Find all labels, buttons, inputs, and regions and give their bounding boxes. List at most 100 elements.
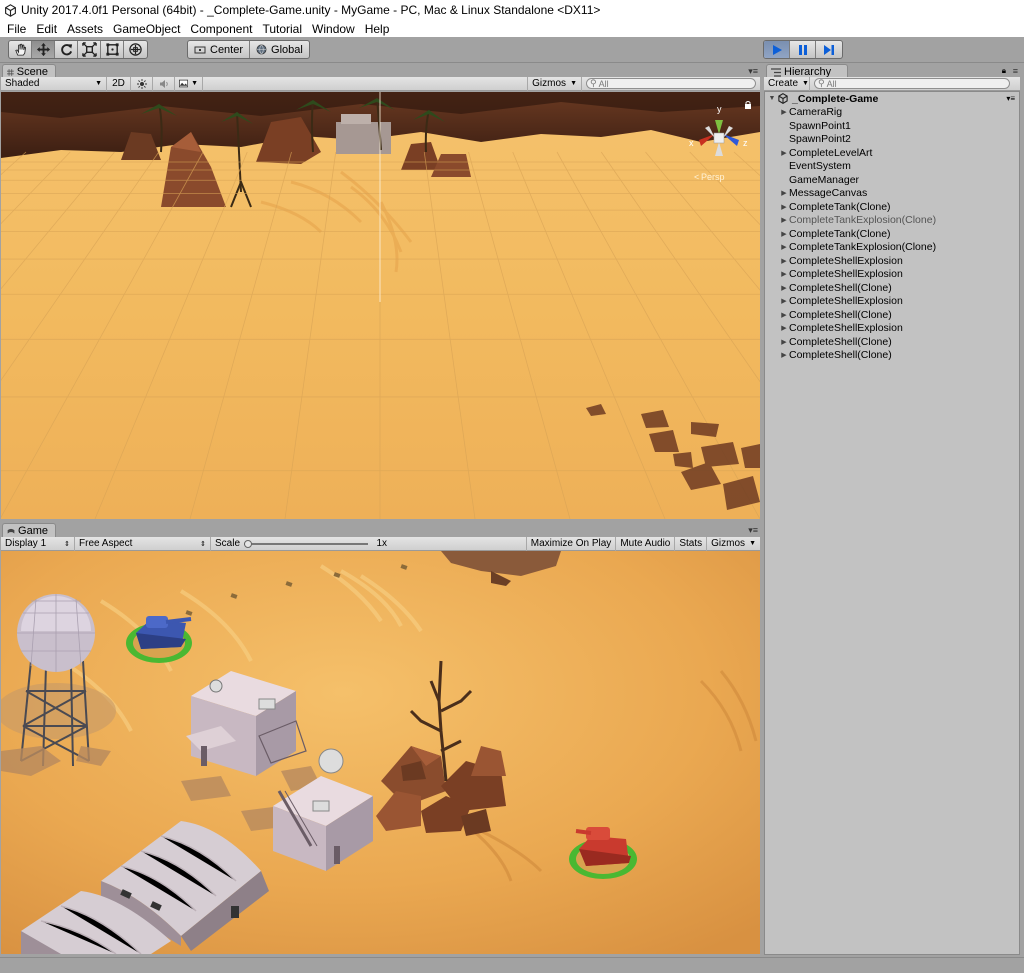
rect-tool-icon [105,43,119,56]
scene-menu-icon[interactable]: ▾≡ [1006,94,1015,103]
hierarchy-item[interactable]: EventSystem [779,160,1019,174]
scene-root-row[interactable]: ▼ _Complete-Game ▾≡ [765,92,1019,106]
transform-tool-button[interactable] [124,41,147,58]
rotate-tool-icon [60,44,72,56]
mode-2d-toggle[interactable]: 2D [107,76,131,91]
scene-search-input[interactable]: ⚲ All [586,78,756,89]
panel-menu-icon[interactable]: ▾≡ [748,66,758,77]
hierarchy-item[interactable]: SpawnPoint2 [779,133,1019,147]
aspect-dropdown[interactable]: Free Aspect ⇕ [75,536,211,551]
foldout-collapsed-icon[interactable]: ▶ [779,338,789,346]
menu-assets[interactable]: Assets [62,22,108,36]
hierarchy-item-label: CompleteShell(Clone) [789,308,892,321]
step-icon [824,44,834,55]
hierarchy-item[interactable]: ▶ CompleteShellExplosion [779,268,1019,282]
foldout-collapsed-icon[interactable]: ▶ [779,189,789,197]
hierarchy-item[interactable]: ▶ CompleteShell(Clone) [779,335,1019,349]
hierarchy-item[interactable]: ▶ CompleteTank(Clone) [779,200,1019,214]
hierarchy-item[interactable]: GameManager [779,173,1019,187]
hierarchy-search-input[interactable]: ⚲ All [814,78,1010,89]
hierarchy-item[interactable]: ▶ CompleteShellExplosion [779,295,1019,309]
hierarchy-item[interactable]: ▶ CompleteShell(Clone) [779,349,1019,363]
foldout-collapsed-icon[interactable]: ▶ [779,216,789,224]
create-dropdown[interactable]: Create ▼ [764,76,810,91]
scale-slider-thumb[interactable] [244,539,253,548]
pause-icon [798,44,807,55]
chevron-down-icon: ▼ [749,540,756,547]
foldout-collapsed-icon[interactable]: ▶ [779,149,789,157]
hierarchy-item[interactable]: ▶ CompleteShell(Clone) [779,281,1019,295]
game-gizmos-dropdown[interactable]: Gizmos ▼ [707,537,760,551]
move-tool-button[interactable] [32,41,55,58]
updown-icon: ⇕ [200,540,206,548]
foldout-collapsed-icon[interactable]: ▶ [779,351,789,359]
foldout-collapsed-icon[interactable]: ▶ [779,108,789,116]
pivot-global-button[interactable]: Global [250,41,309,58]
foldout-collapsed-icon[interactable]: ▶ [779,257,789,265]
scene-lighting-toggle[interactable] [131,76,153,91]
foldout-collapsed-icon[interactable]: ▶ [779,284,789,292]
scene-gizmos-label: Gizmos [532,78,567,89]
hierarchy-item[interactable]: ▶ CompleteShell(Clone) [779,308,1019,322]
hierarchy-item[interactable]: ▶ CompleteShellExplosion [779,322,1019,336]
rect-tool-button[interactable] [101,41,124,58]
scene-audio-toggle[interactable] [153,76,175,91]
mute-audio-toggle[interactable]: Mute Audio [616,536,676,551]
hierarchy-item-label: CompleteShellExplosion [789,268,903,281]
pause-button[interactable] [790,41,816,58]
lock-icon[interactable]: 🔒︎ [1002,66,1006,76]
aspect-label: Free Aspect [79,538,133,549]
panel-menu-icon[interactable]: ▾≡ [748,525,758,536]
shading-mode-dropdown[interactable]: Shaded ▼ [1,76,107,91]
menu-file[interactable]: File [2,22,31,36]
transform-tool-icon [129,43,142,56]
hierarchy-item[interactable]: ▶ CompleteLevelArt [779,146,1019,160]
rotate-tool-button[interactable] [55,41,78,58]
hierarchy-item[interactable]: ▶ CompleteShellExplosion [779,254,1019,268]
game-toolbar: Display 1 ⇕ Free Aspect ⇕ Scale 1x Maximiz… [1,536,760,551]
foldout-collapsed-icon[interactable]: ▶ [779,270,789,278]
hierarchy-item[interactable]: ▶ CompleteTankExplosion(Clone) [779,241,1019,255]
stats-toggle[interactable]: Stats [675,536,708,551]
foldout-collapsed-icon[interactable]: ▶ [779,230,789,238]
menu-help[interactable]: Help [360,22,395,36]
foldout-collapsed-icon[interactable]: ▶ [779,203,789,211]
hierarchy-item[interactable]: ▶ MessageCanvas [779,187,1019,201]
persp-label[interactable]: Persp [701,172,725,182]
hierarchy-item[interactable]: ▶ CompleteTank(Clone) [779,227,1019,241]
create-label: Create [768,78,799,89]
maximize-on-play-toggle[interactable]: Maximize On Play [525,536,617,551]
menu-window[interactable]: Window [307,22,360,36]
hierarchy-item-label: CompleteShellExplosion [789,254,903,267]
scene-viewport[interactable]: y x z Persp < [1,92,760,519]
gizmo-axis-z: z [743,138,748,148]
menu-edit[interactable]: Edit [31,22,62,36]
game-viewport[interactable] [1,551,760,954]
foldout-collapsed-icon[interactable]: ▶ [779,297,789,305]
hierarchy-item[interactable]: ▶ CameraRig [779,106,1019,120]
foldout-collapsed-icon[interactable]: ▶ [779,243,789,251]
hierarchy-item-label: GameManager [789,173,860,186]
scale-tool-button[interactable] [78,41,101,58]
hierarchy-item[interactable]: ▶ CompleteTankExplosion(Clone) [779,214,1019,228]
step-button[interactable] [816,41,842,58]
chevron-down-icon: ▼ [570,80,577,87]
menu-tutorial[interactable]: Tutorial [257,22,307,36]
menu-component[interactable]: Component [185,22,257,36]
updown-icon: ⇕ [64,540,70,548]
menu-gameobject[interactable]: GameObject [108,22,185,36]
hierarchy-item[interactable]: SpawnPoint1 [779,119,1019,133]
scene-gizmos-dropdown[interactable]: Gizmos ▼ [527,76,582,91]
foldout-collapsed-icon[interactable]: ▶ [779,311,789,319]
pivot-center-button[interactable]: Center [188,41,251,58]
display-dropdown[interactable]: Display 1 ⇕ [1,536,75,551]
panel-menu-icon[interactable]: ≡ [1013,66,1018,76]
foldout-expanded-icon[interactable]: ▼ [767,95,777,102]
pivot-tools: Center Global [187,40,310,59]
foldout-collapsed-icon[interactable]: ▶ [779,324,789,332]
scene-effects-dropdown[interactable]: ▼ [175,76,203,91]
hand-tool-button[interactable] [9,41,32,58]
scale-slider[interactable] [244,539,369,548]
play-button[interactable] [764,41,790,58]
globe-icon [256,44,267,55]
